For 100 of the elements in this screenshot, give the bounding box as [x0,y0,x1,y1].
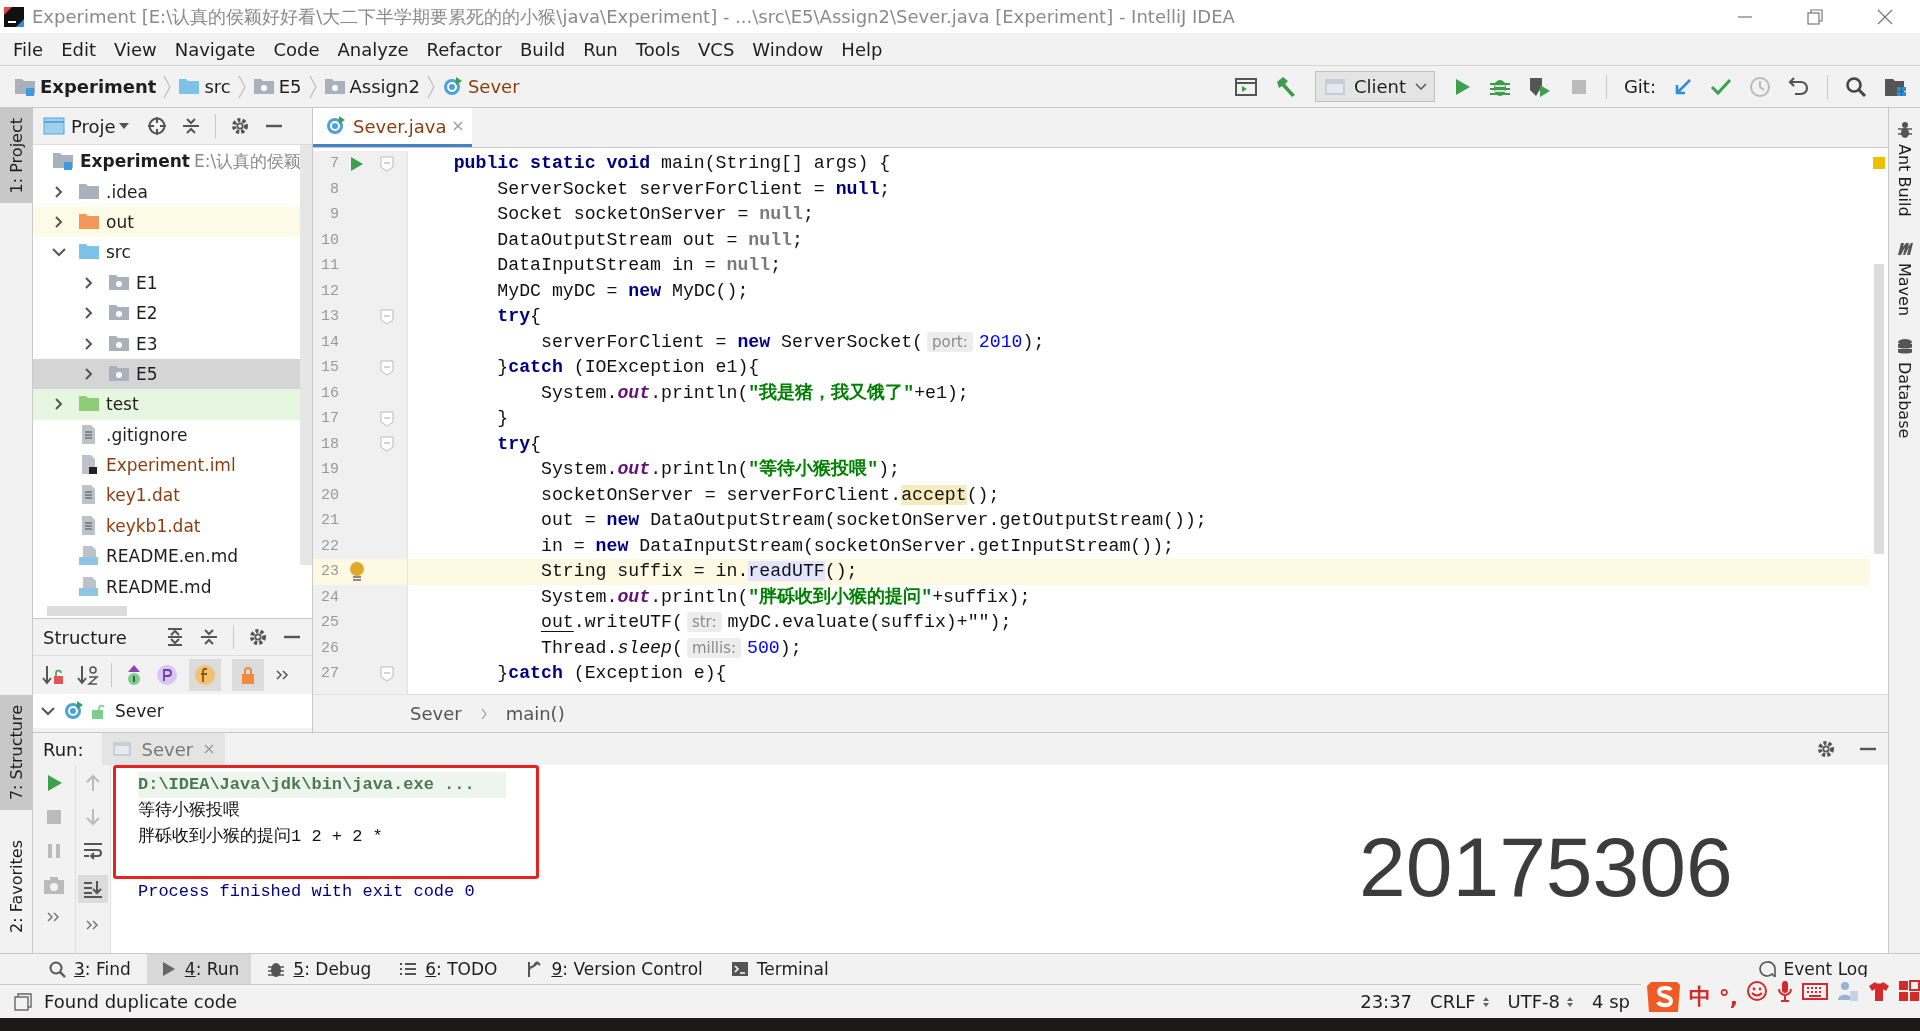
code-line: out.writeUTF( str: myDC.evaluate(suffix)+""); [408,610,1870,636]
line-number: 16 [320,384,339,402]
line-number: 12 [320,282,339,300]
git-label: Git: [1623,76,1656,97]
caret-position[interactable]: 23:37 [1360,991,1413,1012]
line-number: 23 [320,563,339,581]
code-line: Socket socketOnServer = null; [496,203,815,226]
line-number: 19 [320,461,339,479]
tree-item[interactable]: E3 [33,328,300,359]
menu-item[interactable]: Refactor [417,38,511,60]
line-number: 25 [320,614,339,632]
tree-item[interactable]: src [33,237,300,268]
input-method-item[interactable]: 中 [1688,982,1711,1012]
tree-item-label: E2 [136,303,158,324]
line-number: 27 [320,665,339,683]
line-number: 11 [320,257,339,275]
run-configuration-dropdown[interactable]: Client [1314,71,1435,102]
tree-item-label: Sever [115,701,164,721]
line-number: 9 [329,206,339,224]
tree-item[interactable]: keykb1.dat [33,510,300,542]
side-tool-tab[interactable]: Maven [1895,238,1914,316]
line-number: 15 [320,359,339,377]
tree-item-label: test [106,394,139,415]
code-line: try{ [496,432,542,456]
encoding-selector[interactable]: UTF-8 [1507,991,1574,1012]
breadcrumb-item[interactable]: Sever [410,703,462,724]
code-line: public static void main(String[] args) { [452,152,892,175]
tree-item-label: .idea [106,181,148,202]
code-line: }catch (Exception e){ [496,662,728,685]
code-line: System.out.println("等待小猴投喂"); [539,458,902,481]
line-separator-selector[interactable]: CRLF [1430,991,1490,1012]
menu-item[interactable]: File [4,38,53,60]
line-number: 14 [320,333,339,351]
code-line: System.out.println("我是猪，我又饿了"+e1); [539,381,970,405]
panel-title: Run: [43,738,84,760]
tree-item[interactable]: key1.dat [33,480,300,511]
tool-window-button[interactable]: 6: TODO [387,954,510,984]
line-number: 24 [320,588,339,606]
tree-item-label: README.en.md [106,546,239,567]
tool-window-button[interactable]: 9: Version Control [513,954,715,984]
tool-window-button[interactable]: 4: Run [146,954,252,984]
console-line: Process finished with exit code 0 [137,881,476,903]
indent-selector[interactable]: 4 sp [1592,991,1630,1012]
tree-item[interactable]: .idea [33,176,300,207]
view-selector[interactable]: Proje [43,115,133,137]
menu-item[interactable]: VCS [689,38,744,60]
tree-item[interactable]: README.md [33,571,300,602]
menu-item[interactable]: Edit [52,38,105,60]
side-tool-tab[interactable]: 7: Structure [0,694,32,811]
menu-item[interactable]: Window [743,38,833,60]
breadcrumb-item[interactable]: Experiment [40,76,157,97]
tree-item-label: src [106,242,131,263]
code-line: try{ [496,305,542,328]
tree-item[interactable]: out [33,206,300,238]
side-tool-tab[interactable]: 2: Favorites [0,830,32,943]
tree-item[interactable]: Experiment E:\认真的侯颖 [33,146,300,177]
breadcrumb-item[interactable]: src [204,76,231,97]
menu-item[interactable]: Tools [626,38,690,60]
tree-item[interactable]: test [33,389,300,420]
tree-item-label: out [106,211,134,232]
menu-item[interactable]: Navigate [165,38,265,60]
tree-item[interactable]: README.en.md [33,541,300,572]
code-line: socketOnServer = serverForClient.accept(); [539,483,1001,507]
editor-tab[interactable]: Sever.java [313,108,473,147]
tree-item-label: README.md [106,576,212,597]
code-line: out = new DataOutputStream(socketOnServer.getOutputStream()); [539,509,1208,532]
breadcrumb-item[interactable]: E5 [278,76,302,97]
breadcrumb-item[interactable]: main() [505,703,565,724]
tree-item[interactable]: Sever [33,694,312,728]
side-tool-tab[interactable]: 1: Project [0,108,32,204]
run-tab[interactable]: Sever [101,733,226,765]
line-number: 10 [320,231,339,249]
tree-item[interactable]: E2 [33,297,300,329]
input-method-item[interactable]: °, [1718,984,1738,1010]
path-text: E:\认真的侯颖 [193,149,300,173]
menu-item[interactable]: View [105,38,166,60]
tree-item-label: Experiment [80,151,190,172]
breadcrumb-item[interactable]: Sever [467,76,520,97]
tree-item[interactable]: E1 [33,267,300,298]
tree-item[interactable]: E5 [33,358,300,390]
side-tool-tab[interactable]: Database [1895,337,1914,438]
console-line: 胖砾收到小猴的提问1 2 + 2 * [138,826,384,848]
menu-item[interactable]: Code [264,38,329,60]
breadcrumb-item[interactable]: Assign2 [349,76,420,97]
code-line: serverForClient = new ServerSocket( port: 2010); [539,330,1046,354]
code-line: MyDC myDC = new MyDC(); [496,279,750,303]
overlay-number: 20175306 [1359,825,1733,909]
line-number: 8 [329,180,339,198]
tool-window-button[interactable]: 5: Debug [255,954,384,984]
side-tool-tab[interactable]: Ant Build [1895,120,1914,217]
tree-item[interactable]: .gitignore [33,419,300,450]
menu-item[interactable]: Analyze [328,38,418,60]
menu-item[interactable]: Help [832,38,892,60]
menu-item[interactable]: Build [511,38,575,60]
panel-title: Structure [43,626,128,648]
menu-item[interactable]: Run [574,38,627,60]
tree-item[interactable]: Experiment.iml [33,449,300,481]
tool-window-button[interactable]: Terminal [718,954,841,984]
tool-window-button[interactable]: 3: Find [36,954,143,984]
tree-item-label: Experiment.iml [106,455,236,476]
